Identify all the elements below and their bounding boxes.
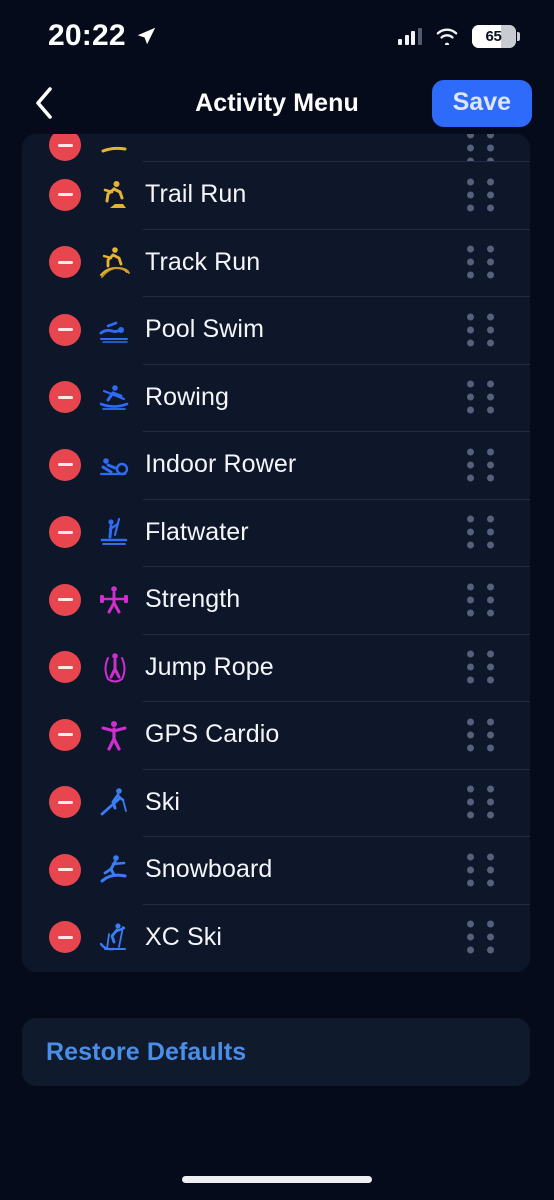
remove-activity-button[interactable]: [49, 448, 81, 481]
remove-activity-button[interactable]: [49, 583, 81, 616]
remove-activity-button[interactable]: [49, 786, 81, 819]
row-divider: [143, 296, 530, 297]
indoor-rower-icon: [95, 446, 133, 484]
row-divider: [143, 498, 530, 500]
status-indicators: 65: [398, 24, 520, 48]
remove-activity-button[interactable]: [49, 246, 81, 279]
track-run-icon: [95, 243, 133, 281]
list-row[interactable]: Flatwater: [22, 498, 530, 567]
drag-handle-icon[interactable]: [467, 853, 494, 887]
remove-activity-button[interactable]: [49, 134, 81, 161]
row-divider: [143, 228, 530, 230]
rowing-icon: [95, 378, 133, 416]
xc-ski-icon: [95, 918, 133, 956]
activity-label: Ski: [145, 787, 181, 816]
snowboard-icon: [95, 851, 133, 889]
activity-label: Jump Rope: [145, 652, 274, 681]
battery-nub: [517, 31, 520, 41]
remove-activity-button[interactable]: [49, 516, 81, 549]
list-row[interactable]: Rowing: [22, 363, 530, 432]
back-button[interactable]: [22, 81, 66, 125]
list-row[interactable]: Ski: [22, 768, 530, 837]
remove-activity-button[interactable]: [49, 381, 81, 414]
list-row[interactable]: Trail Run: [22, 161, 530, 229]
activity-label: Trail Run: [145, 180, 247, 209]
flatwater-icon: [95, 513, 133, 551]
activity-list: Trail Run Track Run Pool Swim Rowing Ind…: [22, 134, 530, 972]
remove-activity-button[interactable]: [49, 178, 81, 211]
status-time-group: 20:22: [48, 19, 157, 53]
activity-label: Indoor Rower: [145, 450, 297, 479]
jump-rope-icon: [95, 648, 133, 686]
remove-activity-button[interactable]: [49, 651, 81, 684]
drag-handle-icon[interactable]: [467, 920, 494, 954]
home-indicator[interactable]: [182, 1176, 372, 1183]
run-icon: [95, 134, 133, 161]
activity-label: Snowboard: [145, 855, 273, 884]
ski-icon: [95, 783, 133, 821]
trail-run-icon: [95, 176, 133, 214]
row-divider: [143, 363, 530, 365]
row-divider: [143, 566, 530, 567]
row-divider: [143, 431, 530, 432]
battery-indicator: 65: [471, 24, 520, 48]
drag-handle-icon[interactable]: [467, 785, 494, 819]
battery-level-text: 65: [485, 27, 502, 45]
drag-handle-icon[interactable]: [467, 718, 494, 752]
drag-handle-icon[interactable]: [467, 178, 494, 212]
row-divider: [143, 903, 530, 905]
drag-handle-icon[interactable]: [467, 650, 494, 684]
remove-activity-button[interactable]: [49, 718, 81, 751]
list-row-partial[interactable]: [22, 134, 530, 161]
drag-handle-icon[interactable]: [467, 313, 494, 347]
row-divider: [143, 633, 530, 635]
drag-handle-icon[interactable]: [467, 380, 494, 414]
activity-label: Pool Swim: [145, 315, 264, 344]
wifi-icon: [436, 28, 457, 45]
status-bar: 20:22 65: [0, 0, 554, 72]
row-divider: [143, 161, 530, 162]
list-row[interactable]: Snowboard: [22, 836, 530, 904]
status-clock: 20:22: [48, 19, 126, 52]
restore-defaults-button[interactable]: Restore Defaults: [22, 1018, 530, 1086]
phone-screen: 20:22 65 Activity Menu Save Trail Run Tr…: [0, 0, 554, 1200]
activity-label: Flatwater: [145, 517, 249, 546]
activity-label: GPS Cardio: [145, 720, 280, 749]
list-row[interactable]: Pool Swim: [22, 296, 530, 364]
row-divider: [143, 836, 530, 837]
gps-cardio-icon: [95, 716, 133, 754]
navigation-bar: Activity Menu Save: [0, 72, 554, 134]
save-button[interactable]: Save: [431, 80, 532, 127]
activity-label: Rowing: [145, 382, 229, 411]
list-row[interactable]: Jump Rope: [22, 633, 530, 702]
activity-label: Track Run: [145, 247, 261, 276]
pool-swim-icon: [95, 311, 133, 349]
remove-activity-button[interactable]: [49, 921, 81, 954]
drag-handle-icon[interactable]: [467, 515, 494, 549]
restore-defaults-label: Restore Defaults: [46, 1037, 247, 1066]
drag-handle-icon[interactable]: [467, 448, 494, 482]
strength-icon: [95, 581, 133, 619]
drag-handle-icon[interactable]: [467, 134, 494, 161]
row-divider: [143, 768, 530, 770]
remove-activity-button[interactable]: [49, 853, 81, 886]
activity-label: Strength: [145, 585, 241, 614]
drag-handle-icon[interactable]: [467, 583, 494, 617]
list-row[interactable]: Strength: [22, 566, 530, 634]
list-row[interactable]: Indoor Rower: [22, 431, 530, 499]
remove-activity-button[interactable]: [49, 313, 81, 346]
drag-handle-icon[interactable]: [467, 245, 494, 279]
list-row[interactable]: GPS Cardio: [22, 701, 530, 769]
list-row[interactable]: Track Run: [22, 228, 530, 297]
list-row[interactable]: XC Ski: [22, 903, 530, 972]
chevron-left-icon: [36, 87, 52, 119]
activity-label: XC Ski: [145, 922, 223, 951]
location-arrow-icon: [137, 27, 155, 45]
row-divider: [143, 701, 530, 702]
cellular-signal-icon: [398, 27, 422, 45]
